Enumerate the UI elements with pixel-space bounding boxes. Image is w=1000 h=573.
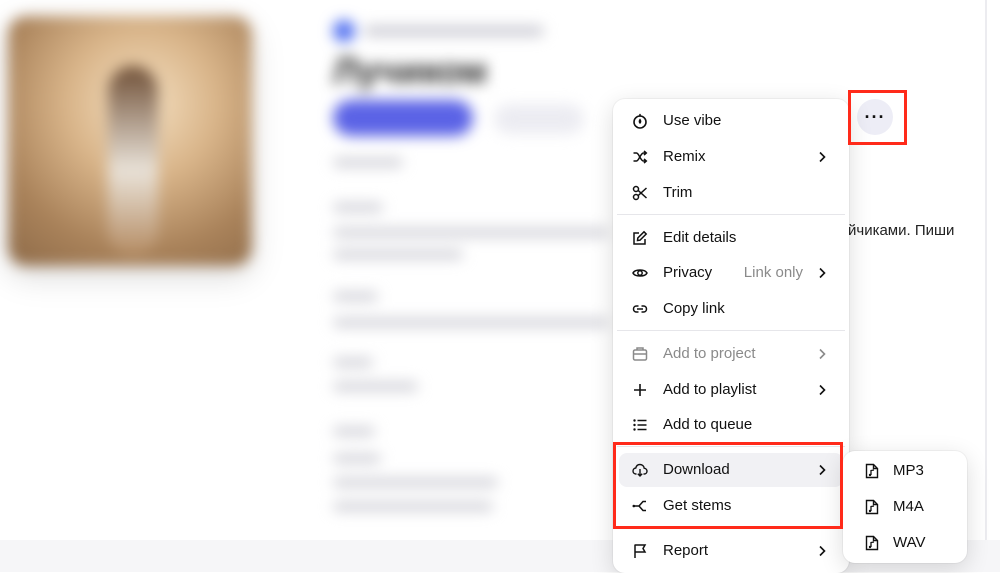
- menu-item-label: Add to playlist: [663, 381, 757, 398]
- download-wav[interactable]: WAV: [849, 527, 961, 559]
- menu-item-report[interactable]: Report: [619, 534, 843, 568]
- text-line: [333, 228, 608, 237]
- chevron-right-icon: [813, 381, 831, 399]
- edit-icon: [631, 229, 649, 247]
- file-audio-icon: [863, 498, 881, 516]
- eye-icon: [631, 264, 649, 282]
- menu-item-trim[interactable]: Trim: [619, 176, 843, 210]
- secondary-button: [494, 104, 584, 134]
- download-mp3[interactable]: MP3: [849, 455, 961, 487]
- chevron-right-icon: [813, 148, 831, 166]
- file-audio-icon: [863, 462, 881, 480]
- menu-item-label: Add to queue: [663, 416, 753, 433]
- download-submenu: MP3 M4A WAV: [843, 451, 967, 563]
- text-line: [333, 454, 381, 463]
- cloud-download-icon: [631, 461, 649, 479]
- project-icon: [631, 345, 649, 363]
- vibe-icon: [631, 112, 649, 130]
- chevron-right-icon: [813, 542, 831, 560]
- chevron-right-icon: [813, 264, 831, 282]
- stats-line: [333, 158, 403, 167]
- list-icon: [631, 416, 649, 434]
- song-title: Лучиком: [333, 50, 488, 91]
- menu-item-label: Add to project: [663, 345, 756, 362]
- format-label: M4A: [893, 498, 924, 515]
- text-line: [333, 250, 463, 259]
- menu-item-label: Use vibe: [663, 112, 722, 129]
- menu-item-copy-link[interactable]: Copy link: [619, 292, 843, 326]
- chevron-right-icon: [813, 461, 831, 479]
- menu-divider: [617, 527, 845, 528]
- scissors-icon: [631, 184, 649, 202]
- section-label: [333, 427, 375, 436]
- menu-divider: [617, 330, 845, 331]
- menu-item-download[interactable]: Download: [619, 453, 843, 487]
- content-border: [985, 0, 987, 540]
- menu-item-label: Edit details: [663, 229, 737, 246]
- author-meta: [364, 26, 544, 36]
- avatar: [333, 20, 355, 42]
- more-options-button[interactable]: ···: [857, 99, 893, 135]
- cover-figure: [108, 66, 158, 256]
- chevron-right-icon: [813, 345, 831, 363]
- privacy-value: Link only: [743, 264, 803, 281]
- link-icon: [631, 300, 649, 318]
- cover-art: [8, 16, 252, 266]
- description-text-partial: йчиками. Пиши: [848, 222, 955, 239]
- menu-item-get-stems[interactable]: Get stems: [619, 489, 843, 523]
- menu-item-label: Trim: [663, 184, 693, 201]
- menu-item-label: Copy link: [663, 300, 725, 317]
- menu-divider: [617, 446, 845, 447]
- download-m4a[interactable]: M4A: [849, 491, 961, 523]
- menu-item-use-vibe[interactable]: Use vibe: [619, 104, 843, 138]
- text-line: [333, 318, 608, 327]
- file-audio-icon: [863, 534, 881, 552]
- shuffle-icon: [631, 148, 649, 166]
- stems-icon: [631, 497, 649, 515]
- menu-item-add-to-project[interactable]: Add to project: [619, 337, 843, 371]
- menu-item-edit-details[interactable]: Edit details: [619, 221, 843, 255]
- menu-item-label: Download: [663, 461, 730, 478]
- text-line: [333, 478, 498, 487]
- menu-item-add-to-playlist[interactable]: Add to playlist: [619, 373, 843, 407]
- flag-icon: [631, 542, 649, 560]
- plus-icon: [631, 381, 649, 399]
- section-label: [333, 358, 373, 367]
- play-button: [333, 100, 473, 136]
- section-label: [333, 292, 378, 301]
- format-label: MP3: [893, 462, 924, 479]
- menu-item-label: Get stems: [663, 497, 732, 514]
- menu-item-add-to-queue[interactable]: Add to queue: [619, 408, 843, 442]
- menu-divider: [617, 214, 845, 215]
- context-menu: Use vibe Remix Trim Edit details Privacy…: [613, 99, 849, 573]
- section-label: [333, 203, 383, 212]
- menu-item-label: Remix: [663, 148, 706, 165]
- menu-item-label: Report: [663, 542, 709, 559]
- text-line: [333, 502, 493, 511]
- menu-item-privacy[interactable]: Privacy Link only: [619, 256, 843, 290]
- menu-item-label: Privacy: [663, 264, 713, 281]
- text-line: [333, 382, 418, 391]
- menu-item-remix[interactable]: Remix: [619, 140, 843, 174]
- format-label: WAV: [893, 534, 926, 551]
